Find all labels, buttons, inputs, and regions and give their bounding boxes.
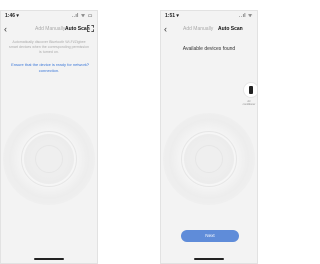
ensure-ready-link[interactable]: Ensure that the device is ready for netw… <box>7 62 91 73</box>
tab-auto-scan[interactable]: Auto Scan <box>218 26 243 32</box>
device-label: Air conditioner <box>242 100 256 106</box>
status-time: 1:46 ▾ <box>5 13 19 19</box>
status-icons: ..ıl ᯤ <box>238 13 253 19</box>
back-icon[interactable]: ‹ <box>4 24 7 34</box>
device-icon <box>249 86 253 94</box>
status-bar: 1:46 ▾ ..ıl ᯤ ▭ <box>1 11 97 21</box>
chevron-right-icon: › <box>87 62 89 68</box>
scan-icon[interactable] <box>87 25 94 32</box>
phone-screen-scanning: 1:46 ▾ ..ıl ᯤ ▭ ‹ Add Manually Auto Scan… <box>0 10 98 264</box>
next-button[interactable]: Next <box>181 230 239 242</box>
phone-screen-found: 1:51 ▾ ..ıl ᯤ ‹ Add Manually Auto Scan A… <box>160 10 258 264</box>
scan-ring-inner <box>195 145 223 173</box>
available-devices-title: Available devices found <box>182 46 236 52</box>
scan-description: Automatically discover Bluetooth Wi-Fi/Z… <box>9 40 89 54</box>
back-icon[interactable]: ‹ <box>164 24 167 34</box>
status-icons: ..ıl ᯤ ▭ <box>71 13 93 19</box>
status-time: 1:51 ▾ <box>165 13 179 19</box>
nav-bar: ‹ Add Manually Auto Scan <box>161 23 257 35</box>
nav-bar: ‹ Add Manually Auto Scan <box>1 23 97 35</box>
scan-ring-inner <box>35 145 63 173</box>
tab-add-manually[interactable]: Add Manually <box>183 26 213 32</box>
tab-add-manually[interactable]: Add Manually <box>35 26 65 32</box>
found-device-item[interactable] <box>243 82 257 98</box>
ensure-ready-text: Ensure that the device is ready for netw… <box>11 62 87 73</box>
home-indicator <box>34 258 64 260</box>
status-bar: 1:51 ▾ ..ıl ᯤ <box>161 11 257 21</box>
home-indicator <box>194 258 224 260</box>
